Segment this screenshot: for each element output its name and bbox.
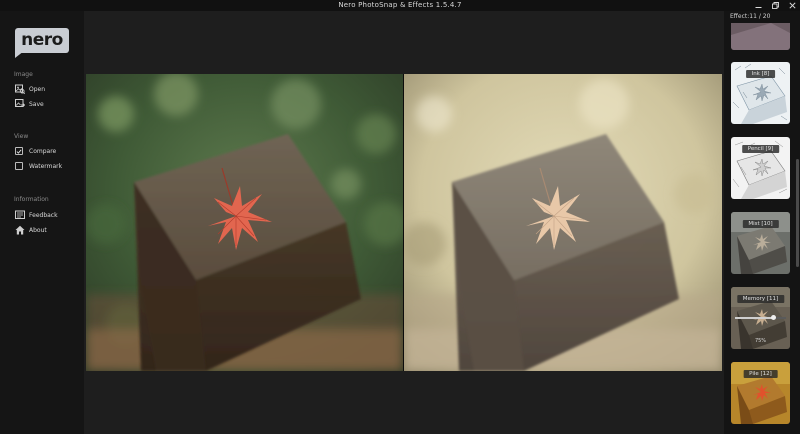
window-title: Nero PhotoSnap & Effects 1.5.4.7 [338, 1, 462, 9]
compare-view [84, 11, 724, 434]
section-title-view: View [14, 133, 29, 140]
intensity-slider-fill [735, 317, 774, 319]
save-image-icon [14, 99, 25, 110]
minimize-icon[interactable] [754, 2, 762, 10]
compare-check-icon [15, 147, 23, 155]
intensity-value: 75% [754, 338, 767, 344]
about-label: About [29, 226, 47, 234]
feedback-button[interactable]: Feedback [14, 209, 58, 221]
open-button[interactable]: Open [14, 83, 45, 95]
effect-thumb-mist[interactable]: Mist [10] [731, 212, 790, 274]
effect-label-memory: Memory [11] [736, 295, 785, 303]
effects-scrollbar[interactable] [796, 159, 799, 267]
effect-thumb-memory[interactable]: Memory [11] 75% [731, 287, 790, 349]
processed-photo [404, 74, 722, 371]
intensity-slider-knob[interactable] [770, 315, 776, 320]
original-photo [86, 74, 403, 371]
effect-thumb-ink[interactable]: Ink [8] [731, 62, 790, 124]
effect-label-ink: Ink [8] [745, 70, 776, 78]
effect-thumb-pile[interactable]: Pile [12] [731, 362, 790, 424]
compare-label: Compare [29, 147, 57, 155]
watermark-checkbox[interactable]: Watermark [14, 160, 62, 172]
feedback-icon [14, 210, 25, 221]
about-button[interactable]: About [14, 224, 47, 236]
restore-icon[interactable] [771, 2, 779, 10]
sidebar: nero Image Open Save View Compare Waterm… [0, 11, 84, 434]
effect-thumb-7[interactable] [731, 23, 790, 50]
save-label: Save [29, 100, 44, 108]
watermark-label: Watermark [29, 162, 63, 170]
open-label: Open [29, 85, 46, 93]
effect-label-pile: Pile [12] [743, 370, 778, 378]
title-bar: Nero PhotoSnap & Effects 1.5.4.7 [0, 0, 800, 11]
nero-logo: nero [15, 28, 69, 58]
open-image-icon [14, 84, 25, 95]
close-icon[interactable] [788, 2, 796, 10]
effect-label-pencil: Pencil [9] [741, 145, 780, 153]
compare-checkbox[interactable]: Compare [14, 145, 56, 157]
effect-counter: Effect:11 / 20 [730, 13, 771, 20]
section-title-image: Image [14, 71, 33, 78]
section-title-information: Information [14, 196, 49, 203]
home-icon [14, 225, 25, 236]
effect-label-mist: Mist [10] [742, 220, 779, 228]
watermark-check-box [15, 162, 23, 170]
feedback-label: Feedback [29, 211, 58, 219]
effect-thumb-pencil[interactable]: Pencil [9] [731, 137, 790, 199]
save-button[interactable]: Save [14, 98, 44, 110]
intensity-slider[interactable] [735, 315, 786, 320]
effects-panel: Effect:11 / 20 Ink [8] Pencil [9] Mist [… [724, 11, 800, 434]
logo-text: nero [21, 30, 63, 50]
